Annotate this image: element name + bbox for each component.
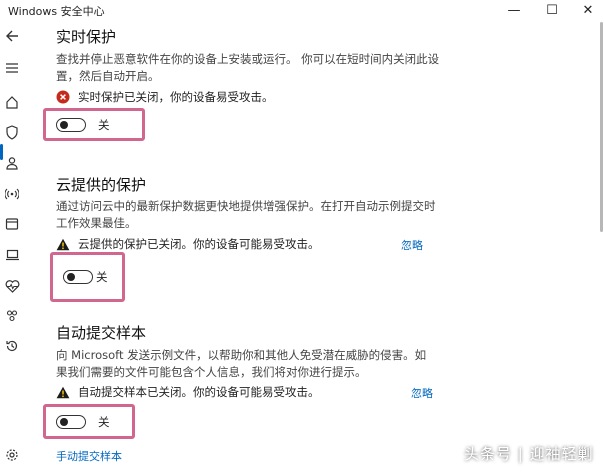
heart-icon[interactable] <box>2 276 22 296</box>
main-content: 实时保护 查找并停止恶意软件在你的设备上安装或运行。 你可以在短时间内关闭此设置… <box>43 20 596 473</box>
realtime-description: 查找并停止恶意软件在你的设备上安装或运行。 你可以在短时间内关闭此设置，然后自动… <box>56 52 440 83</box>
shield-icon[interactable] <box>2 122 22 142</box>
cloud-toggle-label: 关 <box>96 270 108 284</box>
sample-toggle[interactable] <box>56 414 86 429</box>
cloud-title: 云提供的保护 <box>56 176 147 194</box>
sample-status-text: 自动提交样本已关闭。你的设备可能易受攻击。 <box>78 385 320 399</box>
watermark: 头条号 | 迎袖轻剿 <box>464 445 594 463</box>
realtime-status-text: 实时保护已关闭，你的设备易受攻击。 <box>78 90 274 104</box>
manual-submit-link[interactable]: 手动提交样本 <box>56 448 122 464</box>
realtime-status: 实时保护已关闭，你的设备易受攻击。 <box>56 89 274 105</box>
warning-icon <box>56 385 70 399</box>
toggle-knob <box>59 417 68 426</box>
menu-icon[interactable] <box>2 58 22 78</box>
sample-title: 自动提交样本 <box>56 324 147 342</box>
home-icon[interactable] <box>2 92 22 112</box>
warning-icon <box>56 237 70 251</box>
cloud-status: 云提供的保护已关闭。你的设备可能易受攻击。 <box>56 236 320 252</box>
sidebar <box>0 20 24 473</box>
sample-toggle-highlight: 关 <box>43 404 135 439</box>
realtime-toggle[interactable] <box>56 117 86 132</box>
title-bar: Windows 安全中心 — ☐ ✕ <box>0 0 604 20</box>
realtime-toggle-highlight: 关 <box>43 108 145 141</box>
close-button[interactable]: ✕ <box>566 0 604 20</box>
back-arrow-icon[interactable] <box>2 26 22 46</box>
cloud-status-text: 云提供的保护已关闭。你的设备可能易受攻击。 <box>78 237 320 251</box>
realtime-toggle-label: 关 <box>98 117 110 132</box>
wifi-icon[interactable] <box>2 184 22 204</box>
app-window-icon[interactable] <box>2 214 22 234</box>
sample-description: 向 Microsoft 发送示例文件，以帮助你和其他人免受潜在威胁的侵害。如果我… <box>56 348 427 379</box>
cloud-description: 通过访问云中的最新保护数据更快地提供增强保护。在打开自动示例提交时工作效果最佳。 <box>56 199 436 230</box>
scrollbar-thumb[interactable] <box>600 22 603 232</box>
cloud-ignore-link[interactable]: 忽略 <box>401 237 423 253</box>
cloud-toggle-highlight: 关 <box>50 252 125 302</box>
cloud-toggle[interactable] <box>63 270 93 284</box>
realtime-title: 实时保护 <box>56 28 117 46</box>
person-icon[interactable] <box>2 153 22 173</box>
sample-toggle-label: 关 <box>98 414 110 429</box>
window-title: Windows 安全中心 <box>8 5 105 18</box>
laptop-icon[interactable] <box>2 245 22 265</box>
sample-ignore-link[interactable]: 忽略 <box>411 385 433 401</box>
toggle-knob <box>59 120 68 129</box>
family-icon[interactable] <box>2 306 22 326</box>
settings-icon[interactable] <box>2 445 22 465</box>
toggle-knob <box>66 273 75 281</box>
error-icon <box>56 90 70 104</box>
sample-status: 自动提交样本已关闭。你的设备可能易受攻击。 <box>56 384 320 400</box>
history-icon[interactable] <box>2 336 22 356</box>
